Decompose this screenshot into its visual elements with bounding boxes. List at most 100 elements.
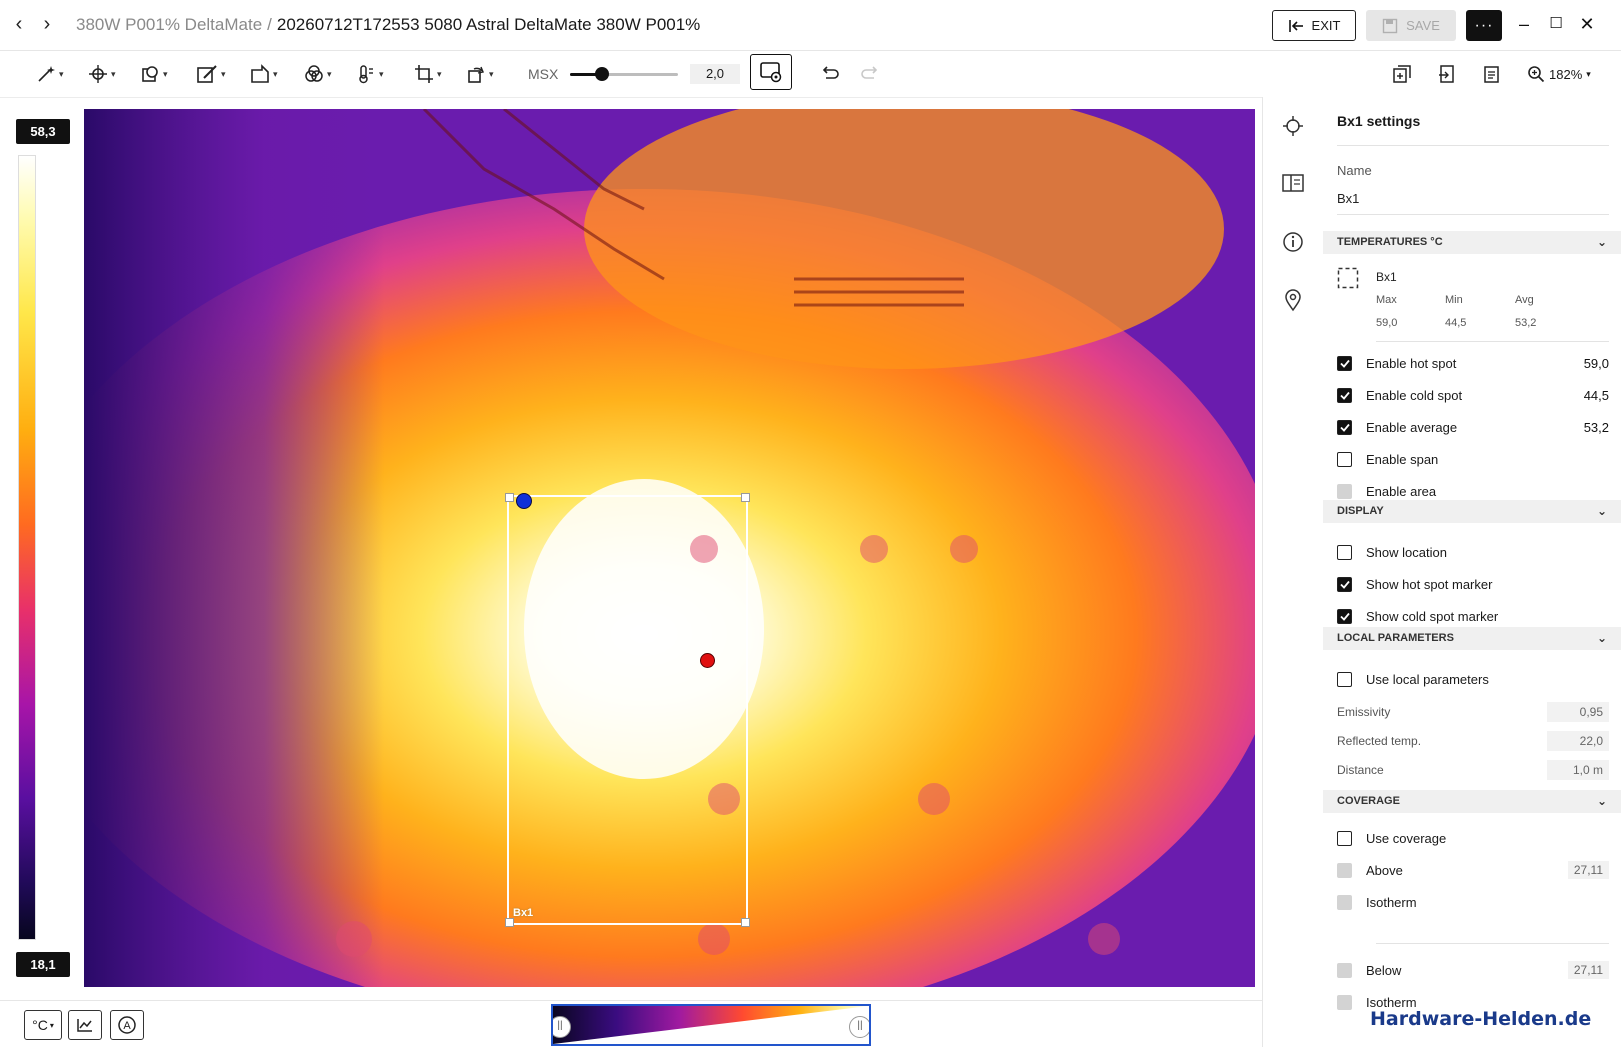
exit-icon xyxy=(1288,19,1303,32)
scale-min-label[interactable]: 18,1 xyxy=(16,952,70,977)
title-bar: ‹ › 380W P001% DeltaMate /20260712T172553… xyxy=(0,0,1621,51)
auto-icon: A xyxy=(118,1016,136,1034)
resize-handle[interactable] xyxy=(505,493,514,502)
scale-max-label[interactable]: 58,3 xyxy=(16,119,70,144)
section-coverage[interactable]: COVERAGE ⌄ xyxy=(1323,790,1621,813)
min-label: Min xyxy=(1445,294,1463,306)
use-local-parameters-row[interactable]: Use local parameters xyxy=(1337,668,1609,690)
resize-handle[interactable] xyxy=(741,918,750,927)
section-local-parameters[interactable]: LOCAL PARAMETERS ⌄ xyxy=(1323,627,1621,650)
export-image-button[interactable] xyxy=(1437,61,1457,87)
chevron-down-icon: ▾ xyxy=(163,68,168,79)
close-icon[interactable]: ✕ xyxy=(1575,12,1599,36)
checkbox[interactable] xyxy=(1337,451,1352,467)
distance-field: 1,0 m xyxy=(1547,760,1609,780)
level-span-tool[interactable]: ▾ xyxy=(356,61,384,87)
copy-add-icon xyxy=(1393,65,1411,83)
toolbar: ▾ ▾ ▾ ▾ ▾ ▾ ▾ ▾ ▾ MSX 2,0 182% ▾ xyxy=(0,51,1621,98)
exit-button[interactable]: EXIT xyxy=(1272,10,1356,41)
chevron-down-icon: ▾ xyxy=(379,68,384,79)
auto-adjust-button[interactable]: A xyxy=(110,1010,144,1040)
chevron-down-icon[interactable]: ⌄ xyxy=(1597,790,1607,813)
option-label: Show cold spot marker xyxy=(1366,608,1499,624)
enable-span-row[interactable]: Enable span xyxy=(1337,448,1609,470)
measurement-tab[interactable] xyxy=(1281,114,1305,138)
shape-tool[interactable]: ▾ xyxy=(140,61,168,87)
chevron-down-icon: ▾ xyxy=(221,68,226,79)
enable-hot-spot-row[interactable]: Enable hot spot 59,0 xyxy=(1337,352,1609,374)
section-display[interactable]: DISPLAY ⌄ xyxy=(1323,500,1621,523)
use-coverage-row[interactable]: Use coverage xyxy=(1337,827,1609,849)
name-label: Name xyxy=(1337,163,1372,178)
minimize-icon[interactable]: – xyxy=(1512,12,1536,36)
box-name: Bx1 xyxy=(1376,270,1397,284)
breadcrumb-parent[interactable]: 380W P001% DeltaMate xyxy=(76,15,262,34)
palette-range-slider[interactable]: || || xyxy=(551,1004,871,1046)
palette-max-handle[interactable]: || xyxy=(849,1016,869,1038)
option-label: Use coverage xyxy=(1366,830,1447,846)
msx-mode-button[interactable] xyxy=(750,54,792,90)
option-label: Enable span xyxy=(1366,451,1439,467)
resize-handle[interactable] xyxy=(741,493,750,502)
show-location-row[interactable]: Show location xyxy=(1337,541,1609,563)
forward-icon[interactable]: › xyxy=(36,14,58,36)
checkbox[interactable] xyxy=(1337,830,1352,846)
redo-button[interactable] xyxy=(860,61,882,87)
enable-average-row[interactable]: Enable average 53,2 xyxy=(1337,416,1609,438)
show-cold-spot-marker-row[interactable]: Show cold spot marker xyxy=(1337,605,1609,627)
checkbox[interactable] xyxy=(1337,544,1352,560)
chevron-down-icon[interactable]: ⌄ xyxy=(1597,231,1607,254)
checkbox xyxy=(1337,862,1352,878)
box-measurement-bx1[interactable] xyxy=(505,493,750,927)
spot-tool[interactable]: ▾ xyxy=(88,61,116,87)
area-tool[interactable]: ▾ xyxy=(250,61,278,87)
max-label: Max xyxy=(1376,294,1397,306)
location-tab[interactable] xyxy=(1281,288,1305,312)
palette-tool[interactable]: ▾ xyxy=(304,61,332,87)
magic-wand-icon xyxy=(38,66,55,82)
save-button[interactable]: SAVE xyxy=(1366,10,1456,41)
polygon-icon xyxy=(251,64,269,83)
msx-slider[interactable] xyxy=(570,67,678,81)
show-hot-spot-marker-row[interactable]: Show hot spot marker xyxy=(1337,573,1609,595)
report-button[interactable] xyxy=(1482,61,1502,87)
compare-tab[interactable] xyxy=(1281,171,1305,195)
zoom-control[interactable]: 182% ▾ xyxy=(1527,65,1591,83)
info-tab[interactable] xyxy=(1281,230,1305,254)
histogram-button[interactable] xyxy=(68,1010,102,1040)
checkbox[interactable] xyxy=(1337,355,1352,371)
resize-handle[interactable] xyxy=(505,918,514,927)
checkbox[interactable] xyxy=(1337,419,1352,435)
save-label: SAVE xyxy=(1406,18,1440,33)
back-icon[interactable]: ‹ xyxy=(8,14,30,36)
maximize-icon[interactable]: ☐ xyxy=(1544,12,1568,36)
checkbox[interactable] xyxy=(1337,608,1352,624)
annotation-tool[interactable]: ▾ xyxy=(36,61,64,87)
draw-tool[interactable]: ▾ xyxy=(196,61,226,87)
temperature-scale-bar[interactable] xyxy=(18,155,36,940)
undo-button[interactable] xyxy=(818,61,840,87)
check-icon xyxy=(1339,423,1350,432)
msx-value-field[interactable]: 2,0 xyxy=(690,64,740,84)
chevron-down-icon[interactable]: ⌄ xyxy=(1597,627,1607,650)
chevron-down-icon[interactable]: ⌄ xyxy=(1597,500,1607,523)
unit-selector[interactable]: °C ▾ xyxy=(24,1010,62,1040)
crop-icon xyxy=(415,65,433,83)
crop-tool[interactable]: ▾ xyxy=(414,61,442,87)
option-label: Enable average xyxy=(1366,419,1458,435)
chevron-down-icon: ▾ xyxy=(111,68,116,79)
edit-image-icon xyxy=(197,65,217,83)
more-options-button[interactable]: ··· xyxy=(1466,10,1502,41)
checkbox[interactable] xyxy=(1337,671,1352,687)
msx-slider-thumb[interactable] xyxy=(595,67,610,81)
checkbox[interactable] xyxy=(1337,576,1352,592)
copy-image-button[interactable] xyxy=(1392,61,1412,87)
thermal-image[interactable]: Bx1 xyxy=(84,109,1255,987)
name-field[interactable]: Bx1 xyxy=(1337,191,1359,206)
checkbox[interactable] xyxy=(1337,387,1352,403)
rotate-tool[interactable]: ▾ xyxy=(466,61,494,87)
section-temperatures[interactable]: TEMPERATURES °C ⌄ xyxy=(1323,231,1621,254)
chevron-down-icon: ▾ xyxy=(489,68,494,79)
check-icon xyxy=(1339,612,1350,621)
enable-cold-spot-row[interactable]: Enable cold spot 44,5 xyxy=(1337,384,1609,406)
